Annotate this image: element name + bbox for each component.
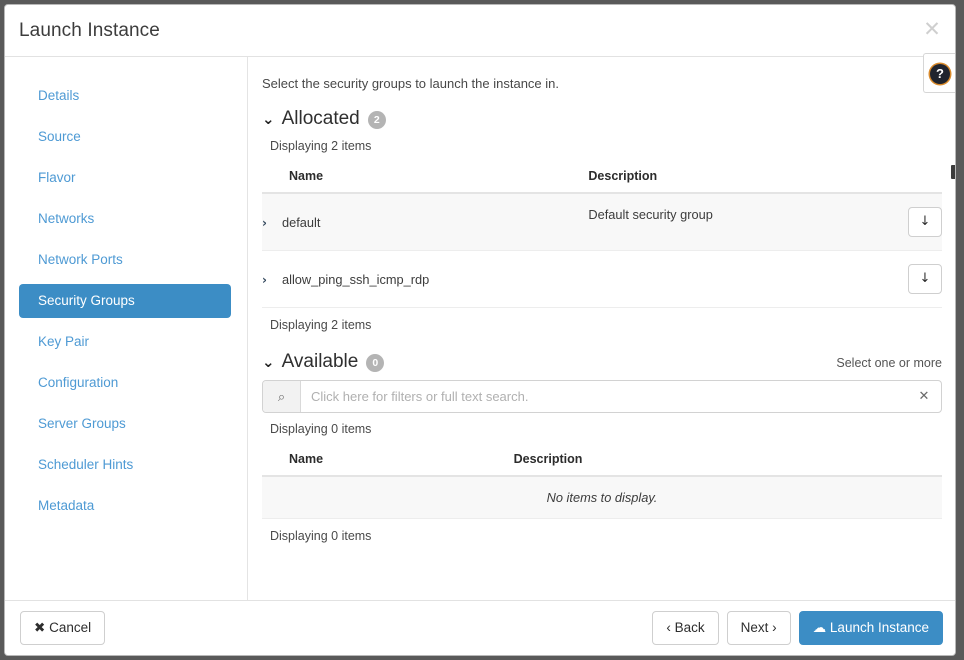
column-header-description: Description bbox=[588, 161, 942, 193]
chevron-right-icon[interactable]: › bbox=[262, 273, 282, 287]
sidebar-item-security-groups[interactable]: Security Groups bbox=[19, 284, 231, 318]
available-table: Name Description No items to display. bbox=[262, 444, 942, 519]
table-header-row: Name Description bbox=[262, 161, 942, 193]
help-button[interactable]: ? bbox=[923, 53, 955, 93]
column-header-description: Description bbox=[514, 444, 942, 476]
scrollbar-thumb[interactable] bbox=[951, 165, 956, 179]
sidebar-item-network-ports[interactable]: Network Ports bbox=[19, 243, 231, 277]
launch-instance-button-label: Launch Instance bbox=[830, 620, 929, 635]
help-icon: ? bbox=[930, 64, 950, 84]
footer-actions: ‹ Back Next › ☁ Launch Instance bbox=[652, 611, 943, 645]
chevron-down-icon[interactable]: ⌄ bbox=[262, 355, 275, 370]
row-name-cell: ›default bbox=[262, 193, 588, 251]
sidebar-item-key-pair[interactable]: Key Pair bbox=[19, 325, 231, 359]
back-button[interactable]: ‹ Back bbox=[652, 611, 718, 645]
allocated-displaying-top: Displaying 2 items bbox=[270, 139, 942, 153]
sidebar-item-networks[interactable]: Networks bbox=[19, 202, 231, 236]
allocated-section-header: ⌄ Allocated 2 bbox=[262, 105, 942, 133]
empty-state-message: No items to display. bbox=[262, 476, 942, 519]
allocated-displaying-bottom: Displaying 2 items bbox=[270, 318, 942, 332]
intro-text: Select the security groups to launch the… bbox=[262, 75, 942, 93]
chevron-right-icon[interactable]: › bbox=[262, 216, 282, 230]
allocated-table: Name Description ›default↓Default securi… bbox=[262, 161, 942, 308]
search-bar: ⌕ ✕ bbox=[262, 380, 942, 413]
chevron-down-icon[interactable]: ⌄ bbox=[262, 112, 275, 127]
row-name-cell: ›allow_ping_ssh_icmp_rdp bbox=[262, 251, 588, 308]
table-row[interactable]: ›allow_ping_ssh_icmp_rdp ↓ bbox=[262, 251, 942, 308]
launch-instance-modal: Launch Instance ✕ ? Details Source Flavor N… bbox=[4, 4, 956, 656]
modal-body: Details Source Flavor Networks Network Ports… bbox=[5, 57, 956, 602]
modal-footer: ✖ Cancel ‹ Back Next › ☁ Launch Instance bbox=[5, 600, 956, 655]
available-section-header: ⌄ Available 0 Select one or more bbox=[262, 348, 942, 376]
available-displaying-top: Displaying 0 items bbox=[270, 422, 942, 436]
available-hint: Select one or more bbox=[836, 356, 942, 370]
column-header-name: Name bbox=[262, 444, 514, 476]
launch-instance-button[interactable]: ☁ Launch Instance bbox=[799, 611, 943, 645]
sidebar-item-scheduler-hints[interactable]: Scheduler Hints bbox=[19, 448, 231, 482]
allocated-count-badge: 2 bbox=[368, 111, 386, 129]
page-title: Launch Instance bbox=[19, 20, 160, 42]
table-row[interactable]: ›default ↓ Default security group bbox=[262, 193, 942, 251]
row-name-label: default bbox=[282, 215, 320, 230]
close-icon[interactable]: ✕ bbox=[921, 18, 943, 40]
search-icon[interactable]: ⌕ bbox=[263, 381, 301, 412]
sidebar-item-source[interactable]: Source bbox=[19, 120, 231, 154]
next-button[interactable]: Next › bbox=[727, 611, 791, 645]
deallocate-arrow-down-button[interactable]: ↓ bbox=[908, 264, 942, 294]
table-header-row: Name Description bbox=[262, 444, 942, 476]
cancel-button-label: Cancel bbox=[49, 620, 91, 635]
column-header-name: Name bbox=[262, 161, 588, 193]
empty-state-row: No items to display. bbox=[262, 476, 942, 519]
available-displaying-bottom: Displaying 0 items bbox=[270, 529, 942, 543]
row-description-cell: ↓ Default security group bbox=[588, 193, 942, 251]
sidebar-item-metadata[interactable]: Metadata bbox=[19, 489, 231, 523]
sidebar-item-flavor[interactable]: Flavor bbox=[19, 161, 231, 195]
deallocate-arrow-down-button[interactable]: ↓ bbox=[908, 207, 942, 237]
clear-search-icon[interactable]: ✕ bbox=[907, 381, 941, 412]
available-title: Available bbox=[282, 351, 359, 373]
cloud-upload-icon: ☁ bbox=[813, 620, 827, 636]
sidebar-item-configuration[interactable]: Configuration bbox=[19, 366, 231, 400]
wizard-sidebar: Details Source Flavor Networks Network Ports… bbox=[5, 57, 248, 602]
modal-header: Launch Instance ✕ bbox=[5, 5, 956, 57]
cancel-button[interactable]: ✖ Cancel bbox=[20, 611, 105, 645]
sidebar-item-server-groups[interactable]: Server Groups bbox=[19, 407, 231, 441]
row-name-label: allow_ping_ssh_icmp_rdp bbox=[282, 272, 429, 287]
allocated-title: Allocated bbox=[282, 108, 360, 130]
available-count-badge: 0 bbox=[366, 354, 384, 372]
sidebar-item-details[interactable]: Details bbox=[19, 79, 231, 113]
row-description-label: Default security group bbox=[588, 207, 712, 222]
wizard-content: Select the security groups to launch the… bbox=[249, 57, 956, 602]
close-x-icon: ✖ bbox=[34, 620, 45, 636]
row-description-cell: ↓ bbox=[588, 251, 942, 308]
search-input[interactable] bbox=[301, 381, 907, 412]
